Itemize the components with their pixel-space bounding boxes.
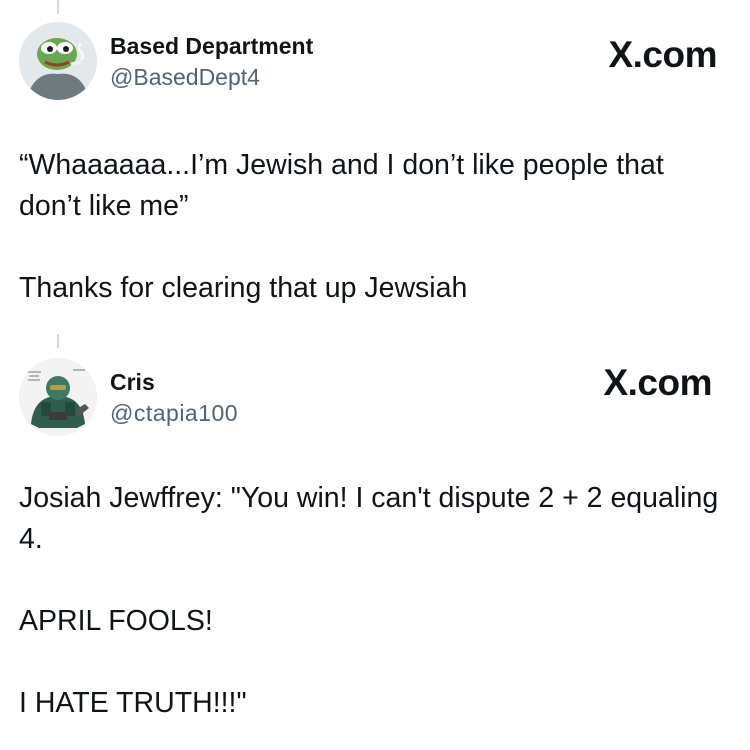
post-paragraph: Thanks for clearing that up Jewsiah (19, 272, 468, 304)
author-name[interactable]: Cris (110, 369, 155, 396)
author-handle[interactable]: @ctapia100 (110, 400, 238, 427)
author-name[interactable]: Based Department (110, 33, 313, 60)
x-brand-label: X.com (603, 362, 712, 403)
x-brand-label: X.com (608, 34, 717, 75)
posts-screenshot: Based Department @BasedDept4 X.com “Whaa… (0, 0, 750, 750)
frog-avatar-icon[interactable] (19, 22, 97, 100)
armored-soldier-avatar-icon[interactable] (19, 358, 97, 436)
post-paragraph: APRIL FOOLS! (19, 605, 213, 637)
post: Based Department @BasedDept4 X.com “Whaa… (0, 0, 750, 330)
post-body: Josiah Jewffrey: "You win! I can't dispu… (19, 478, 720, 724)
post-paragraph: “Whaaaaaa...I’m Jewish and I don’t like … (19, 149, 664, 222)
post: Cris @ctapia100 X.com Josiah Jewffrey: "… (0, 330, 750, 750)
post-body: “Whaaaaaa...I’m Jewish and I don’t like … (19, 145, 720, 309)
author-handle[interactable]: @BasedDept4 (110, 64, 260, 91)
post-paragraph: I HATE TRUTH!!!" (19, 687, 247, 719)
post-paragraph: Josiah Jewffrey: "You win! I can't dispu… (19, 482, 719, 555)
